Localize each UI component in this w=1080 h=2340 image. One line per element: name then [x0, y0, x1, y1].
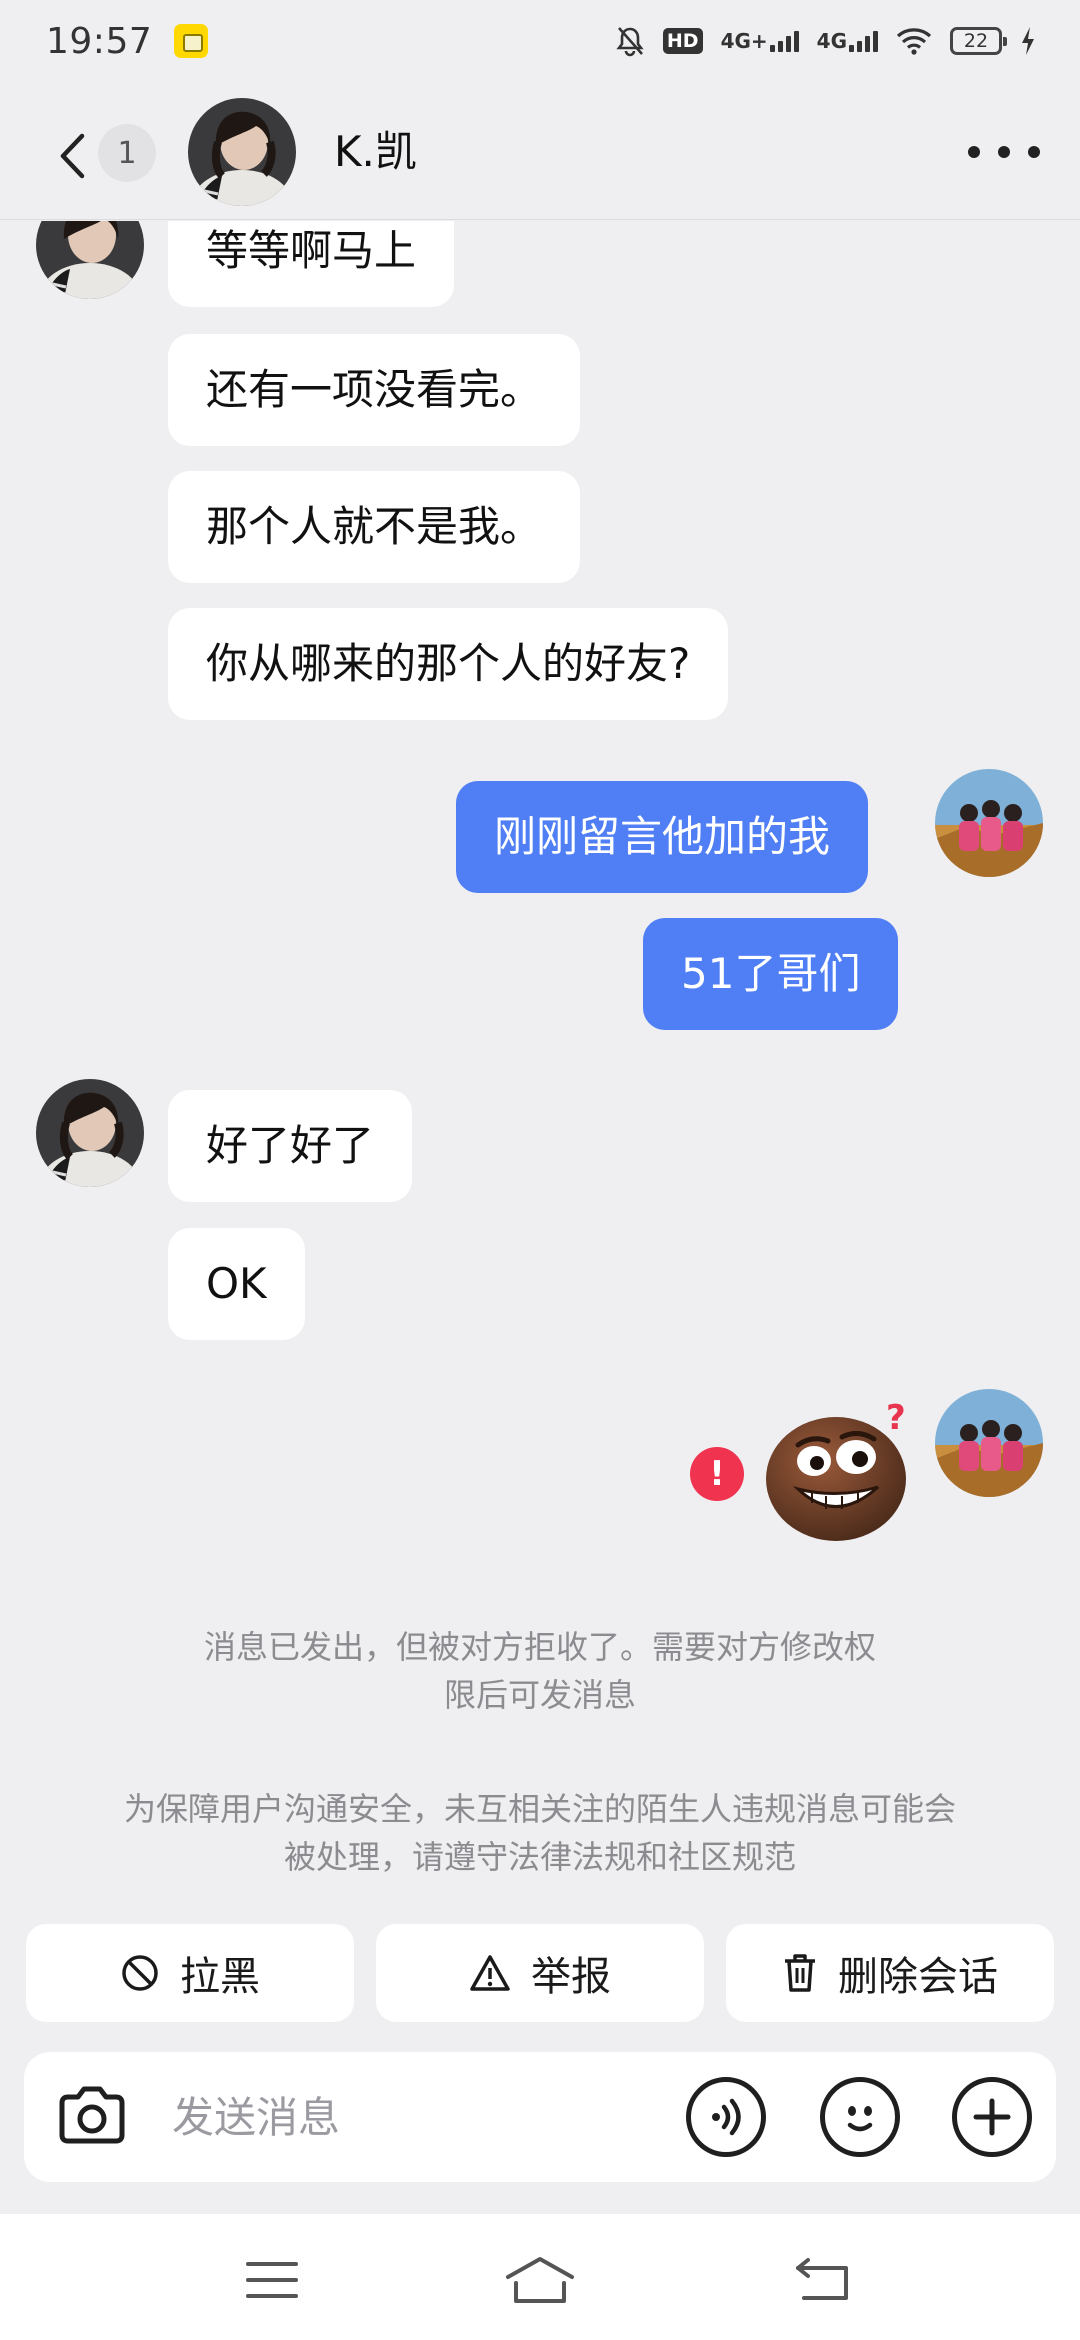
message-bubble-outgoing[interactable]: 刚刚留言他加的我: [456, 781, 869, 893]
block-button[interactable]: 拉黑: [26, 1924, 354, 2022]
hd-label: HD: [662, 28, 703, 54]
return-icon: [796, 2258, 848, 2300]
emoji-button[interactable]: [820, 2077, 900, 2157]
signal-icon-1: 4G+: [721, 30, 799, 52]
battery-icon: 22: [950, 27, 1007, 55]
block-label: 拉黑: [180, 1954, 260, 2000]
emoji-icon: [847, 2106, 873, 2132]
camera-icon: [59, 2086, 125, 2144]
my-avatar[interactable]: [935, 1389, 1043, 1497]
block-icon: [122, 1955, 158, 1991]
nav-menu-button[interactable]: [232, 2252, 312, 2308]
trash-icon: [785, 1954, 815, 1992]
message-input[interactable]: [172, 2082, 652, 2152]
sticker-message[interactable]: ?: [764, 1398, 914, 1544]
mute-bell-icon: [615, 25, 645, 57]
contact-avatar-message[interactable]: [36, 1079, 144, 1187]
conversation-actions: 拉黑 举报 删除会话: [26, 1924, 1054, 2022]
voice-button[interactable]: [686, 2077, 766, 2157]
more-dot-icon: [998, 146, 1010, 158]
send-failed-icon[interactable]: !: [690, 1447, 744, 1501]
message-bubble-incoming[interactable]: 那个人就不是我。: [168, 471, 581, 583]
status-bar: 19:57 HD 4G+ 4G 22: [0, 0, 1080, 82]
voice-icon: [712, 2098, 741, 2136]
more-options-button[interactable]: [968, 132, 1040, 172]
home-icon: [506, 2257, 574, 2303]
contact-avatar[interactable]: [188, 98, 296, 206]
message-bubble-outgoing[interactable]: 51了哥们: [643, 918, 899, 1030]
more-functions-button[interactable]: [952, 2077, 1032, 2157]
my-avatar[interactable]: [935, 769, 1043, 877]
report-button[interactable]: 举报: [376, 1924, 704, 2022]
wifi-icon: [896, 27, 932, 55]
svg-text:?: ?: [886, 1399, 906, 1438]
chat-header: 1 K.凯: [0, 82, 1080, 220]
nav-home-button[interactable]: [500, 2252, 580, 2308]
contact-name[interactable]: K.凯: [334, 122, 417, 182]
message-bubble-incoming[interactable]: 你从哪来的那个人的好友?: [168, 608, 729, 720]
message-bubble-incoming[interactable]: 还有一项没看完。: [168, 334, 581, 446]
chevron-left-icon: [60, 133, 85, 179]
more-dot-icon: [1028, 146, 1040, 158]
status-left: 19:57: [46, 20, 209, 62]
menu-icon: [246, 2262, 298, 2298]
message-input-bar: [24, 2052, 1056, 2182]
chat-area[interactable]: 等等啊马上 还有一项没看完。 那个人就不是我。 你从哪来的那个人的好友? 刚刚留…: [0, 221, 1080, 1921]
delete-conversation-label: 删除会话: [838, 1954, 998, 2000]
contact-avatar-message[interactable]: [36, 221, 144, 299]
message-bubble-incoming[interactable]: 好了好了: [168, 1090, 413, 1202]
battery-level: 22: [963, 30, 989, 52]
network-type-2: 4G: [816, 29, 847, 53]
camera-button[interactable]: [52, 2077, 132, 2157]
warning-icon: [470, 1955, 510, 1991]
message-bubble-incoming[interactable]: OK: [168, 1228, 305, 1340]
safety-notice: 为保障用户沟通安全，未互相关注的陌生人违规消息可能会被处理，请遵守法律法规和社区…: [123, 1790, 956, 1876]
more-dot-icon: [968, 146, 980, 158]
rejected-notice: 消息已发出，但被对方拒收了。需要对方修改权限后可发消息: [203, 1628, 876, 1714]
nav-back-button[interactable]: [784, 2252, 864, 2308]
plus-icon: [973, 2098, 1011, 2136]
hd-icon: HD: [662, 28, 703, 54]
unread-count-badge[interactable]: 1: [98, 124, 156, 182]
status-right: HD 4G+ 4G 22: [615, 25, 1036, 57]
delete-conversation-button[interactable]: 删除会话: [726, 1924, 1054, 2022]
charging-icon: [1020, 26, 1036, 56]
signal-icon-2: 4G: [817, 30, 878, 52]
app-notification-icon: [174, 24, 209, 58]
system-nav-bar: [0, 2214, 1080, 2340]
message-bubble-incoming[interactable]: 等等啊马上: [168, 221, 455, 307]
report-label: 举报: [531, 1954, 611, 2000]
back-button[interactable]: [50, 126, 94, 186]
network-type-1: 4G+: [720, 29, 768, 53]
status-time: 19:57: [46, 20, 153, 62]
